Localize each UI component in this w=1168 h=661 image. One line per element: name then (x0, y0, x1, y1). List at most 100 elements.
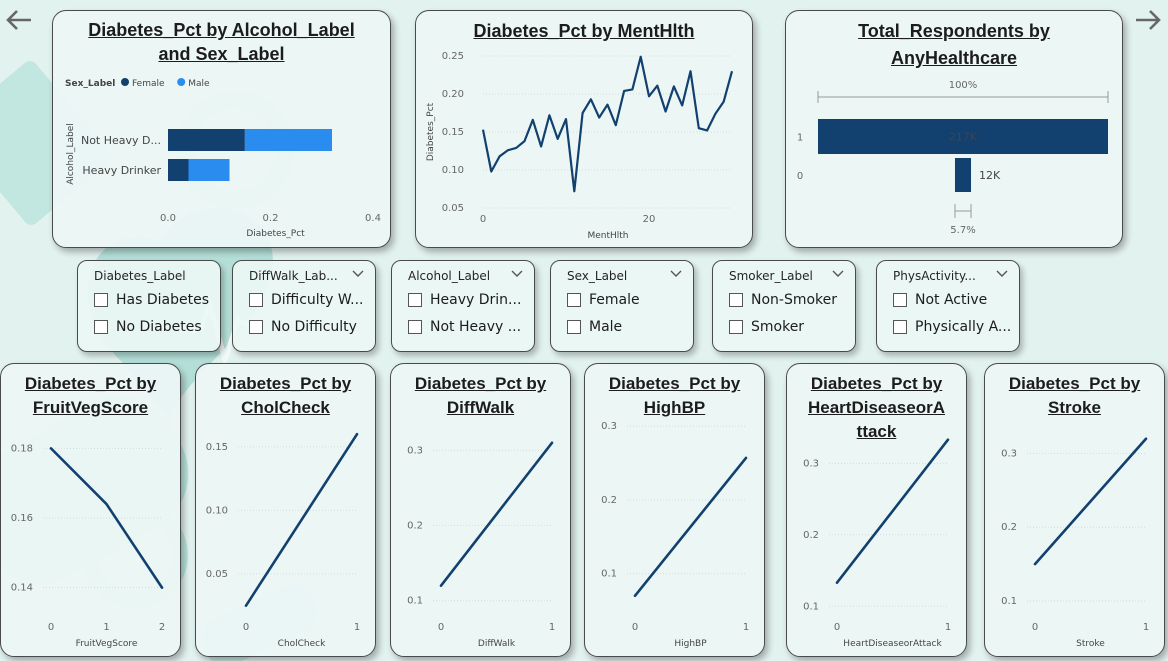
data-point[interactable] (744, 456, 748, 460)
data-point[interactable] (722, 100, 725, 103)
bar-value[interactable] (954, 158, 972, 192)
data-point[interactable] (681, 104, 684, 107)
bar-female[interactable] (168, 129, 245, 151)
data-point[interactable] (689, 70, 692, 73)
menthlth-chart-card[interactable]: Diabetes_Pct by MentHlth 0.05 0.10 0.15 0.2… (415, 10, 753, 248)
chevron-down-icon[interactable] (831, 266, 845, 280)
data-point[interactable] (714, 112, 717, 115)
data-point[interactable] (482, 128, 485, 131)
small-chart-card-fruitvegscore[interactable]: Diabetes_Pct by FruitVegScore 0.14 0.16 0.18… (0, 363, 181, 657)
checkbox[interactable] (94, 293, 108, 307)
forward-arrow-button[interactable] (1132, 4, 1164, 36)
checkbox[interactable] (893, 320, 907, 334)
data-point[interactable] (598, 116, 601, 119)
series-line[interactable] (481, 55, 734, 193)
series-line[interactable] (1033, 437, 1148, 566)
data-point[interactable] (706, 129, 709, 132)
data-point[interactable] (731, 70, 734, 73)
data-point[interactable] (548, 114, 551, 117)
checkbox[interactable] (249, 293, 263, 307)
slicer-option[interactable]: Has Diabetes (94, 291, 209, 309)
slicer-option[interactable]: Heavy Drin... (408, 291, 521, 309)
slicer-option[interactable]: Smoker (729, 318, 804, 336)
data-point[interactable] (623, 89, 626, 92)
data-point[interactable] (515, 146, 518, 149)
data-point[interactable] (105, 502, 109, 506)
slicer-option[interactable]: Not Active (893, 291, 987, 309)
bar-female[interactable] (168, 159, 189, 181)
chevron-down-icon[interactable] (995, 266, 1009, 280)
checkbox[interactable] (729, 320, 743, 334)
slicer-option[interactable]: Physically A... (893, 318, 1011, 336)
bar-male[interactable] (188, 159, 230, 181)
checkbox[interactable] (567, 293, 581, 307)
data-point[interactable] (648, 95, 651, 98)
chevron-down-icon[interactable] (351, 266, 365, 280)
small-chart-card-heartdiseaseorattack[interactable]: Diabetes_Pct by HeartDiseaseorA ttack 0.1 0.… (786, 363, 967, 657)
data-point[interactable] (606, 103, 609, 106)
data-point[interactable] (614, 124, 617, 127)
data-point[interactable] (439, 584, 443, 588)
slicer-diffwalk-lab[interactable]: DiffWalk_Lab... Difficulty W... No Difficu… (232, 260, 376, 352)
data-point[interactable] (573, 190, 576, 193)
data-point[interactable] (523, 140, 526, 143)
series-line[interactable] (439, 441, 554, 587)
data-point[interactable] (631, 88, 634, 91)
slicer-smoker-label[interactable]: Smoker_Label Non-Smoker Smoker (712, 260, 856, 352)
slicer-diabetes-label[interactable]: Diabetes_Label Has Diabetes No Diabetes (77, 260, 221, 352)
data-point[interactable] (565, 118, 568, 121)
slicer-option[interactable]: No Diabetes (94, 318, 202, 336)
series-line[interactable] (244, 432, 359, 607)
slicer-option[interactable]: Not Heavy ... (408, 318, 521, 336)
slicer-option[interactable]: Non-Smoker (729, 291, 837, 309)
checkbox[interactable] (729, 293, 743, 307)
chevron-down-icon[interactable] (669, 266, 683, 280)
slicer-option[interactable]: Female (567, 291, 640, 309)
data-point[interactable] (1033, 562, 1037, 566)
data-point[interactable] (490, 170, 493, 173)
slicer-alcohol-label[interactable]: Alcohol_Label Heavy Drin... Not Heavy ... (391, 260, 535, 352)
small-chart-card-cholcheck[interactable]: Diabetes_Pct by CholCheck 0.05 0.10 0.15 0 1 Ch… (195, 363, 376, 657)
data-point[interactable] (639, 55, 642, 58)
back-arrow-button[interactable] (3, 4, 35, 36)
small-chart-card-highbp[interactable]: Diabetes_Pct by HighBP 0.1 0.2 0.3 0 1 HighBP (584, 363, 765, 657)
data-point[interactable] (531, 118, 534, 121)
slicer-option[interactable]: No Difficulty (249, 318, 357, 336)
data-point[interactable] (1144, 437, 1148, 441)
data-point[interactable] (697, 127, 700, 130)
slicer-physactivity[interactable]: PhysActivity... Not Active Physically A... (876, 260, 1020, 352)
chevron-down-icon[interactable] (510, 266, 524, 280)
data-point[interactable] (244, 604, 248, 608)
small-chart-card-stroke[interactable]: Diabetes_Pct by Stroke 0.1 0.2 0.3 0 1 Stroke (984, 363, 1165, 657)
checkbox[interactable] (567, 320, 581, 334)
data-point[interactable] (49, 446, 53, 450)
data-point[interactable] (835, 581, 839, 585)
slicer-sex-label[interactable]: Sex_Label Female Male (550, 260, 694, 352)
bar-male[interactable] (244, 129, 332, 151)
checkbox[interactable] (94, 320, 108, 334)
data-point[interactable] (672, 85, 675, 88)
series-line[interactable] (835, 438, 950, 584)
data-point[interactable] (656, 84, 659, 87)
slicer-option[interactable]: Difficulty W... (249, 291, 363, 309)
checkbox[interactable] (249, 320, 263, 334)
data-point[interactable] (506, 149, 509, 152)
data-point[interactable] (355, 432, 359, 436)
small-chart-card-diffwalk[interactable]: Diabetes_Pct by DiffWalk 0.1 0.2 0.3 0 1 DiffWa… (390, 363, 571, 657)
slicer-option[interactable]: Male (567, 318, 622, 336)
series-line[interactable] (633, 456, 748, 598)
data-point[interactable] (550, 441, 554, 445)
data-point[interactable] (556, 137, 559, 140)
data-point[interactable] (581, 112, 584, 115)
checkbox[interactable] (893, 293, 907, 307)
alcohol-sex-chart-card[interactable]: Diabetes_Pct by Alcohol_Label and Sex_La… (52, 10, 391, 248)
data-point[interactable] (589, 98, 592, 101)
data-point[interactable] (946, 438, 950, 442)
data-point[interactable] (633, 594, 637, 598)
checkbox[interactable] (408, 320, 422, 334)
anyhealthcare-chart-card[interactable]: Total_Respondents by AnyHealthcare 100% 1… (785, 10, 1123, 248)
data-point[interactable] (664, 110, 667, 113)
checkbox[interactable] (408, 293, 422, 307)
data-point[interactable] (498, 155, 501, 158)
data-point[interactable] (160, 586, 164, 590)
